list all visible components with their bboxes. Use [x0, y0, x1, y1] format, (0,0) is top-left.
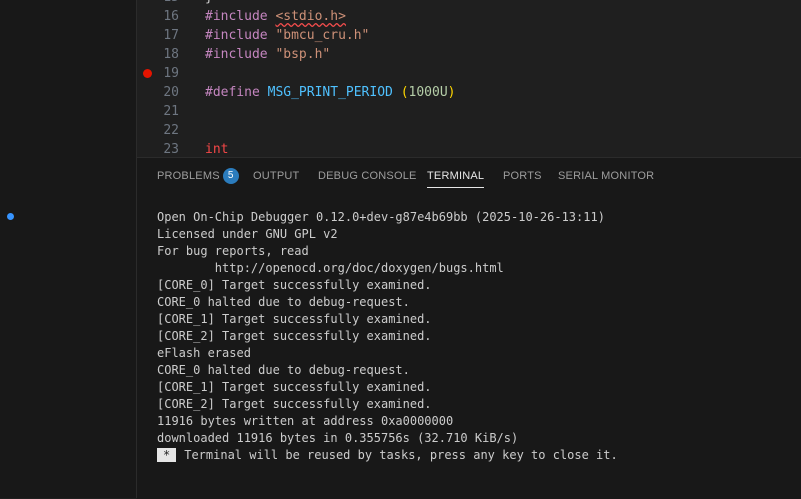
- reuse-marker: *: [157, 448, 177, 462]
- code-editor[interactable]: 15 } 16 #include <stdio.h> 17 #include "…: [137, 0, 801, 157]
- include-path: "bmcu_cru.h": [275, 28, 370, 43]
- macro-name: MSG_PRINT_PERIOD: [267, 85, 393, 100]
- problems-count-badge: 5: [222, 168, 239, 184]
- terminal-line: * Terminal will be reused by tasks, press…: [157, 447, 797, 464]
- code-text: #include <stdio.h>: [205, 7, 346, 26]
- terminal-line: [CORE_1] Target successfully examined.: [157, 380, 432, 394]
- terminal-line: [CORE_2] Target successfully examined.: [157, 329, 432, 343]
- code-text: #include "bmcu_cru.h": [205, 26, 369, 45]
- tab-label: PORTS: [503, 170, 542, 182]
- tab-output[interactable]: OUTPUT: [253, 158, 299, 194]
- line-number: 19: [163, 66, 179, 81]
- line-number: 16: [163, 9, 179, 24]
- terminal-line: Licensed under GNU GPL v2: [157, 227, 338, 241]
- line-number: 20: [163, 85, 179, 100]
- terminal-line: [CORE_0] Target successfully examined.: [157, 278, 432, 292]
- terminal-reuse-message: Terminal will be reused by tasks, press …: [184, 448, 618, 462]
- terminal-line: [CORE_2] Target successfully examined.: [157, 397, 432, 411]
- tab-label: PROBLEMS: [157, 170, 220, 182]
- line-number: 15: [151, 0, 179, 7]
- line-number: 23: [163, 142, 179, 157]
- terminal-line: CORE_0 halted due to debug-request.: [157, 295, 410, 309]
- include-directive: #include: [205, 47, 268, 62]
- line-number: 18: [163, 47, 179, 62]
- code-line[interactable]: 22: [137, 121, 801, 140]
- line-number: 17: [163, 28, 179, 43]
- type-keyword: int: [205, 142, 229, 157]
- terminal-line: CORE_0 halted due to debug-request.: [157, 363, 410, 377]
- terminal-line: eFlash erased: [157, 346, 251, 360]
- define-directive: #define: [205, 85, 260, 100]
- include-path-error[interactable]: <stdio.h>: [275, 9, 345, 24]
- tab-label: OUTPUT: [253, 170, 300, 182]
- tab-debug-console[interactable]: DEBUG CONSOLE: [318, 158, 417, 194]
- code-text: int: [205, 140, 228, 157]
- include-directive: #include: [205, 28, 268, 43]
- code-line[interactable]: 15 }: [137, 0, 801, 7]
- tab-label: DEBUG CONSOLE: [318, 170, 417, 182]
- code-line[interactable]: 21: [137, 102, 801, 121]
- line-number: 22: [163, 123, 179, 138]
- code-text: #include "bsp.h": [205, 45, 330, 64]
- code-text: }: [205, 0, 213, 7]
- tab-label: SERIAL MONITOR: [558, 170, 655, 182]
- tab-problems[interactable]: PROBLEMS 5: [157, 158, 239, 194]
- code-line[interactable]: 18 #include "bsp.h": [137, 45, 801, 64]
- terminal-line[interactable]: http://openocd.org/doc/doxygen/bugs.html: [157, 260, 797, 277]
- code-line[interactable]: 16 #include <stdio.h>: [137, 7, 801, 26]
- tab-ports[interactable]: PORTS: [503, 158, 542, 194]
- code-line[interactable]: 23 int: [137, 140, 801, 157]
- panel-tabs: PROBLEMS 5 OUTPUT DEBUG CONSOLE TERMINAL …: [137, 158, 801, 194]
- terminal-line: downloaded 11916 bytes in 0.355756s (32.…: [157, 431, 519, 445]
- terminal-line: 11916 bytes written at address 0xa000000…: [157, 414, 454, 428]
- bottom-panel: PROBLEMS 5 OUTPUT DEBUG CONSOLE TERMINAL …: [137, 157, 801, 499]
- macro-value: 1000U: [408, 85, 448, 100]
- open-paren: (: [400, 85, 409, 100]
- terminal-line: For bug reports, read: [157, 244, 309, 258]
- close-paren: ): [447, 85, 456, 100]
- terminal-line: Open On-Chip Debugger 0.12.0+dev-g87e4b6…: [157, 210, 605, 224]
- code-line[interactable]: 19: [137, 64, 801, 83]
- tab-label: TERMINAL: [427, 170, 485, 182]
- include-path: "bsp.h": [275, 47, 331, 62]
- sidebar-strip: [0, 0, 137, 498]
- command-status-dot-icon[interactable]: [7, 213, 14, 220]
- tab-serial-monitor[interactable]: SERIAL MONITOR: [558, 158, 654, 194]
- code-line[interactable]: 20 #define MSG_PRINT_PERIOD (1000U): [137, 83, 801, 102]
- tab-terminal[interactable]: TERMINAL: [427, 158, 485, 194]
- include-directive: #include: [205, 9, 268, 24]
- terminal-line: [CORE_1] Target successfully examined.: [157, 312, 432, 326]
- code-line[interactable]: 17 #include "bmcu_cru.h": [137, 26, 801, 45]
- code-text: #define MSG_PRINT_PERIOD (1000U): [205, 83, 455, 102]
- line-number: 21: [163, 104, 179, 119]
